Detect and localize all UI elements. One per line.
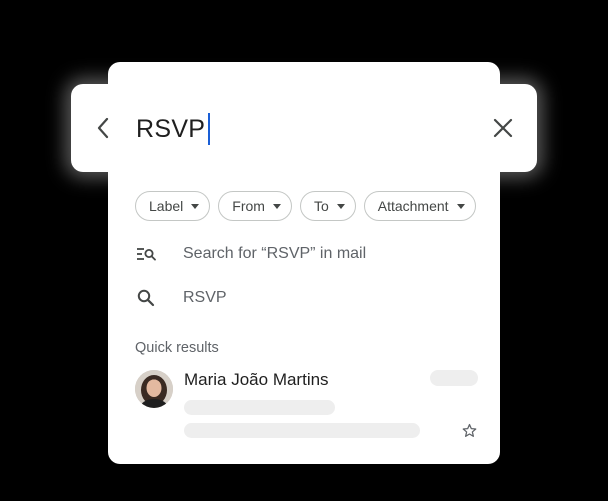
query-suggestion-text: RSVP [183, 289, 227, 306]
snippet-placeholder [184, 423, 420, 438]
search-query-text: RSVP [136, 115, 206, 143]
chevron-down-icon [191, 203, 200, 209]
chevron-down-icon [456, 203, 465, 209]
search-in-mail-suggestion[interactable]: Search for “RSVP” in mail [134, 242, 366, 266]
arrow-back-icon [97, 117, 109, 139]
close-icon [493, 118, 513, 138]
chip-from[interactable]: From [218, 191, 292, 221]
clear-search-button[interactable] [488, 112, 518, 144]
back-button[interactable] [88, 112, 118, 144]
chip-label-text: Label [149, 198, 184, 214]
star-icon [462, 423, 477, 437]
query-suggestion[interactable]: RSVP [134, 286, 227, 310]
search-icon [134, 286, 158, 310]
search-in-mail-text: Search for “RSVP” in mail [183, 245, 367, 262]
chip-to[interactable]: To [299, 191, 356, 221]
chevron-down-icon [272, 203, 281, 209]
filter-chips: Label From To Attachment [135, 191, 500, 221]
subject-placeholder [184, 400, 335, 415]
manage-search-icon [134, 242, 158, 266]
chip-attachment-text: Attachment [377, 198, 449, 214]
chip-from-text: From [232, 198, 265, 214]
date-placeholder [430, 370, 478, 386]
avatar [135, 370, 173, 408]
quick-results-heading: Quick results [135, 340, 219, 356]
chip-label[interactable]: Label [135, 191, 211, 221]
search-input[interactable]: RSVP [136, 112, 211, 146]
star-button[interactable] [462, 423, 477, 438]
chip-to-text: To [313, 198, 329, 214]
chip-attachment[interactable]: Attachment [363, 191, 476, 221]
quick-result-name[interactable]: Maria João Martins [184, 370, 329, 390]
text-caret [208, 113, 211, 145]
chevron-down-icon [336, 203, 345, 209]
